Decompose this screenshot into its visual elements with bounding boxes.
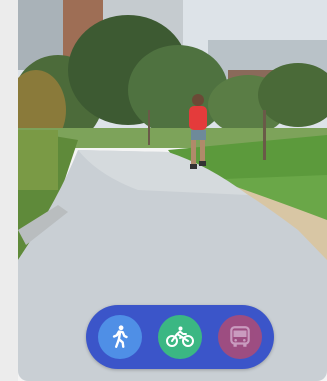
walk-mode-button[interactable] <box>98 315 142 359</box>
transit-mode-button[interactable] <box>218 315 262 359</box>
bus-icon <box>227 324 253 350</box>
bicycle-icon <box>165 324 195 350</box>
card-frame <box>0 0 327 381</box>
bike-mode-button[interactable] <box>158 315 202 359</box>
travel-mode-selector <box>86 305 274 369</box>
left-edge-strip <box>0 0 18 381</box>
walking-person-icon <box>107 324 133 350</box>
